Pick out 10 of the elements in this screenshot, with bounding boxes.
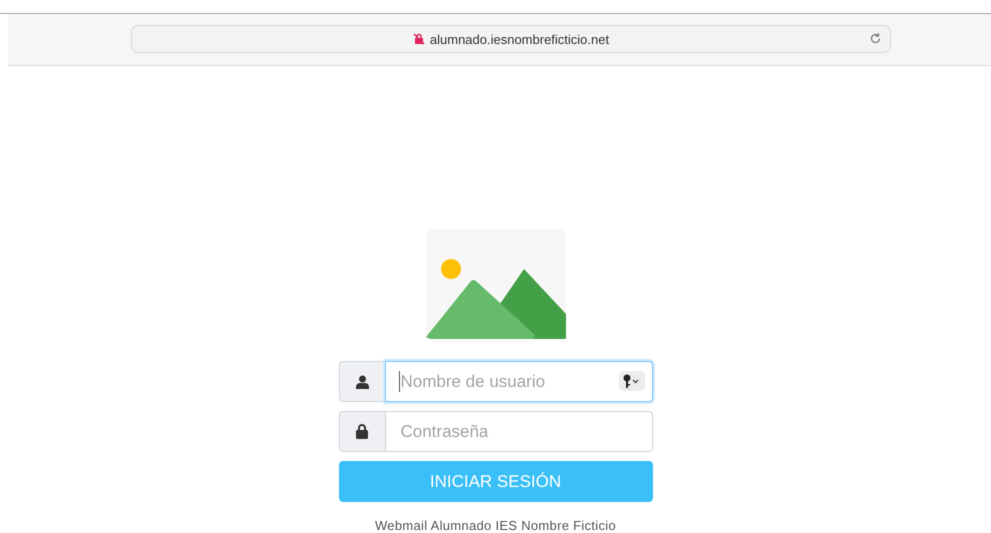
insecure-lock-icon <box>412 33 425 46</box>
key-icon[interactable] <box>618 371 644 391</box>
footer-text: Webmail Alumnado IES Nombre Ficticio <box>374 518 616 533</box>
password-field[interactable]: Contraseña <box>384 411 652 452</box>
username-field[interactable]: Nombre de usuario <box>384 361 652 402</box>
address-bar[interactable]: alumnado.iesnombreficticio.net <box>131 25 891 54</box>
user-icon <box>356 374 368 388</box>
lock-icon <box>356 424 368 439</box>
reload-icon[interactable] <box>869 32 882 46</box>
url-text: alumnado.iesnombreficticio.net <box>430 32 610 47</box>
